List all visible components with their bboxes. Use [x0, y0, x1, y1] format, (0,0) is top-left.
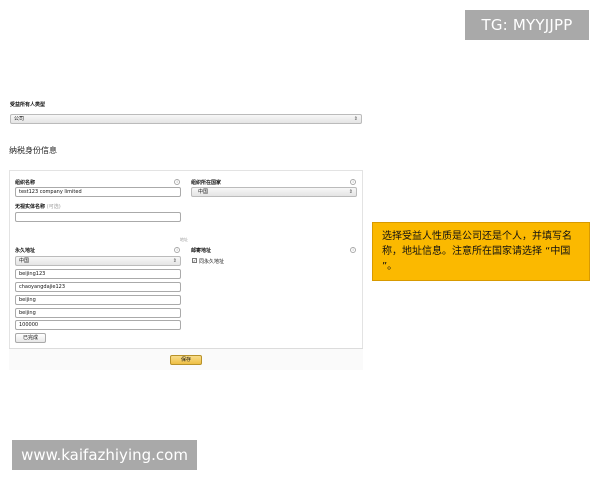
- org-country-label: 组织所在国家: [191, 180, 222, 186]
- org-country-select[interactable]: 中国 ⇕: [191, 187, 357, 197]
- info-icon[interactable]: i: [350, 179, 356, 185]
- checkmark-icon: ✓: [193, 258, 197, 263]
- done-button[interactable]: 已完成: [15, 333, 46, 343]
- chevron-down-icon: ⇕: [348, 189, 353, 195]
- disregarded-entity-input[interactable]: [15, 212, 181, 222]
- same-address-label: 同永久地址: [199, 259, 225, 265]
- province-input[interactable]: beijing: [15, 308, 181, 318]
- address-line1-input[interactable]: beijing123: [15, 269, 181, 279]
- address-divider-label: 地址: [180, 237, 188, 242]
- disregarded-entity-label-text: 无视实体名称: [15, 204, 46, 210]
- beneficiary-type-select[interactable]: 公司 ⇕: [10, 114, 362, 124]
- city-input[interactable]: beijing: [15, 295, 181, 305]
- tax-identity-title: 纳税身份信息: [9, 146, 57, 155]
- permanent-address-label: 永久地址: [15, 248, 36, 254]
- org-name-input[interactable]: test123 company limited: [15, 187, 181, 197]
- info-icon[interactable]: i: [174, 179, 180, 185]
- beneficiary-type-label: 受益所有人类型: [10, 102, 46, 108]
- org-name-label: 组织名称: [15, 180, 36, 186]
- instruction-callout: 选择受益人性质是公司还是个人，并填写名称，地址信息。注意所在国家请选择 “中国 …: [372, 222, 590, 281]
- info-icon[interactable]: i: [350, 247, 356, 253]
- info-icon[interactable]: i: [174, 247, 180, 253]
- address-line2-input[interactable]: chaoyangdajie123: [15, 282, 181, 292]
- org-country-value: 中国: [198, 189, 209, 195]
- optional-hint: (可选): [46, 204, 61, 210]
- same-address-checkbox[interactable]: ✓: [192, 258, 197, 263]
- disregarded-entity-label: 无视实体名称 (可选): [15, 203, 61, 210]
- beneficiary-type-value: 公司: [14, 116, 25, 122]
- watermark-website: www.kaifazhiying.com: [12, 440, 197, 470]
- mailing-address-label: 邮寄地址: [191, 248, 212, 254]
- permanent-country-value: 中国: [19, 258, 30, 264]
- postcode-input[interactable]: 100000: [15, 320, 181, 330]
- chevron-down-icon: ⇕: [353, 116, 358, 122]
- chevron-down-icon: ⇕: [172, 258, 177, 264]
- save-button[interactable]: 保存: [170, 355, 202, 365]
- permanent-country-select[interactable]: 中国 ⇕: [15, 256, 181, 266]
